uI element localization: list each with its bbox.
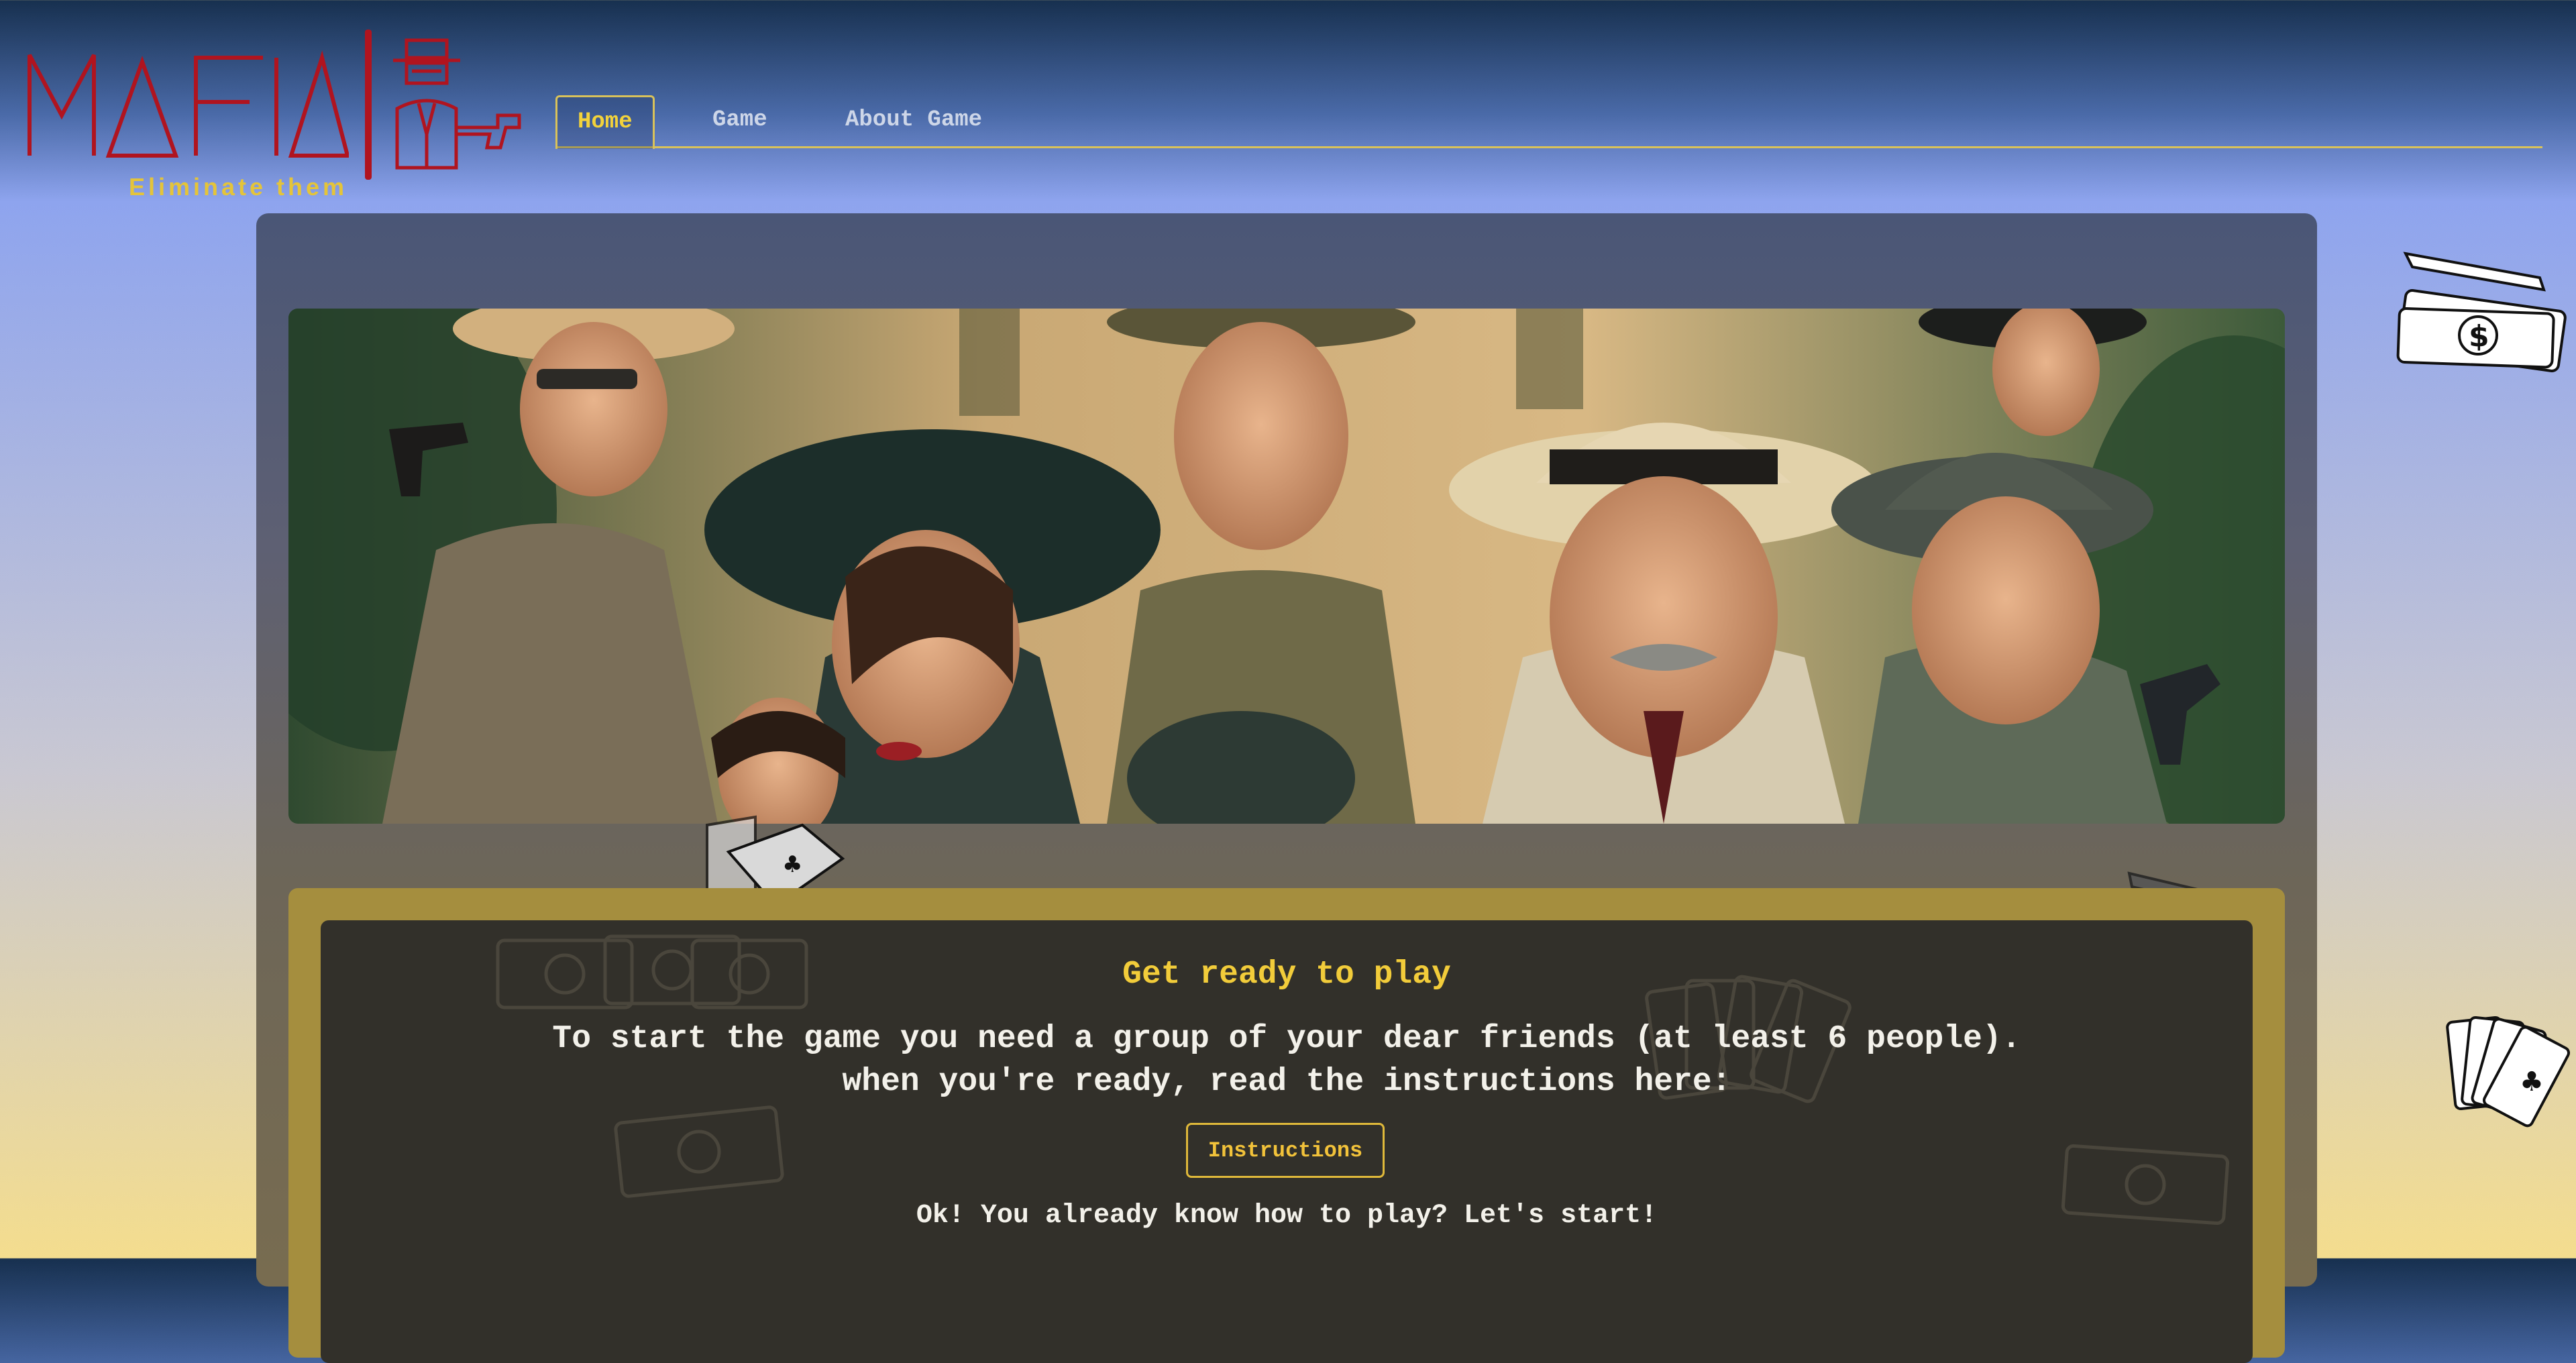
- intro-line-1: To start the game you need a group of yo…: [552, 1021, 2021, 1057]
- gangster-icon: [393, 38, 521, 170]
- intro-title: Get ready to play: [1122, 957, 1451, 993]
- instructions-button[interactable]: Instructions: [1186, 1123, 1385, 1178]
- svg-text:♣: ♣: [782, 851, 802, 878]
- hero-banner-image: [288, 309, 2285, 824]
- tab-home[interactable]: Home: [555, 95, 655, 149]
- intro-card-frame: Get ready to play To start the game you …: [288, 888, 2285, 1363]
- money-gun-icon: $: [2396, 252, 2567, 372]
- main-panel: ♣ Get ready to play To start the game yo…: [256, 213, 2317, 1363]
- intro-card: Get ready to play To start the game you …: [321, 920, 2253, 1363]
- logo-tagline: Eliminate them: [129, 173, 348, 201]
- main-nav: Home Game About Game: [555, 95, 2542, 149]
- intro-line-2: when you're ready, read the instructions…: [842, 1064, 1731, 1100]
- money-stack-icon: [614, 1105, 784, 1198]
- tab-game[interactable]: Game: [712, 95, 767, 145]
- logo-divider: [365, 30, 372, 180]
- svg-text:$: $: [2469, 319, 2489, 353]
- tab-about-game[interactable]: About Game: [845, 95, 982, 145]
- logo-wordmark: [28, 50, 349, 158]
- start-prompt: Ok! You already know how to play? Let's …: [916, 1201, 1658, 1231]
- header: Eliminate them Home Game About Game: [0, 0, 2576, 208]
- playing-cards-icon: ♣: [2446, 1016, 2571, 1128]
- svg-text:♣: ♣: [2520, 1067, 2544, 1097]
- logo[interactable]: Eliminate them: [27, 27, 523, 201]
